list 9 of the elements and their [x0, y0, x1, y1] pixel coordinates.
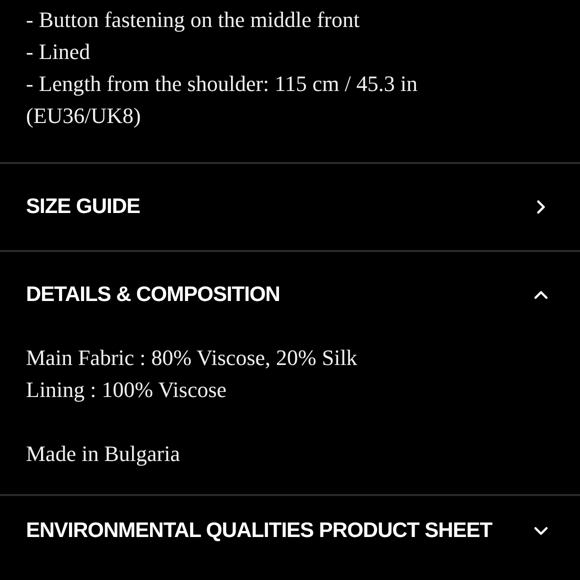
- description-line: - Lined: [26, 38, 92, 66]
- section-header[interactable]: DETAILS & COMPOSITION: [0, 252, 580, 338]
- description-line: - Length from the shoulder: 115 cm / 45.3 in (EU36/UK8): [26, 70, 418, 130]
- detail-text: Lining : 100% Viscose: [26, 376, 228, 404]
- detail-text: Main Fabric : 80% Viscose, 20% Silk: [26, 344, 358, 372]
- detail-text: Made in Bulgaria: [26, 440, 181, 468]
- description-line: - Button fastening on the middle front: [26, 6, 361, 34]
- section-header[interactable]: SIZE GUIDE: [0, 164, 580, 250]
- section-header[interactable]: ENVIRONMENTAL QUALITIES PRODUCT SHEET: [0, 496, 580, 566]
